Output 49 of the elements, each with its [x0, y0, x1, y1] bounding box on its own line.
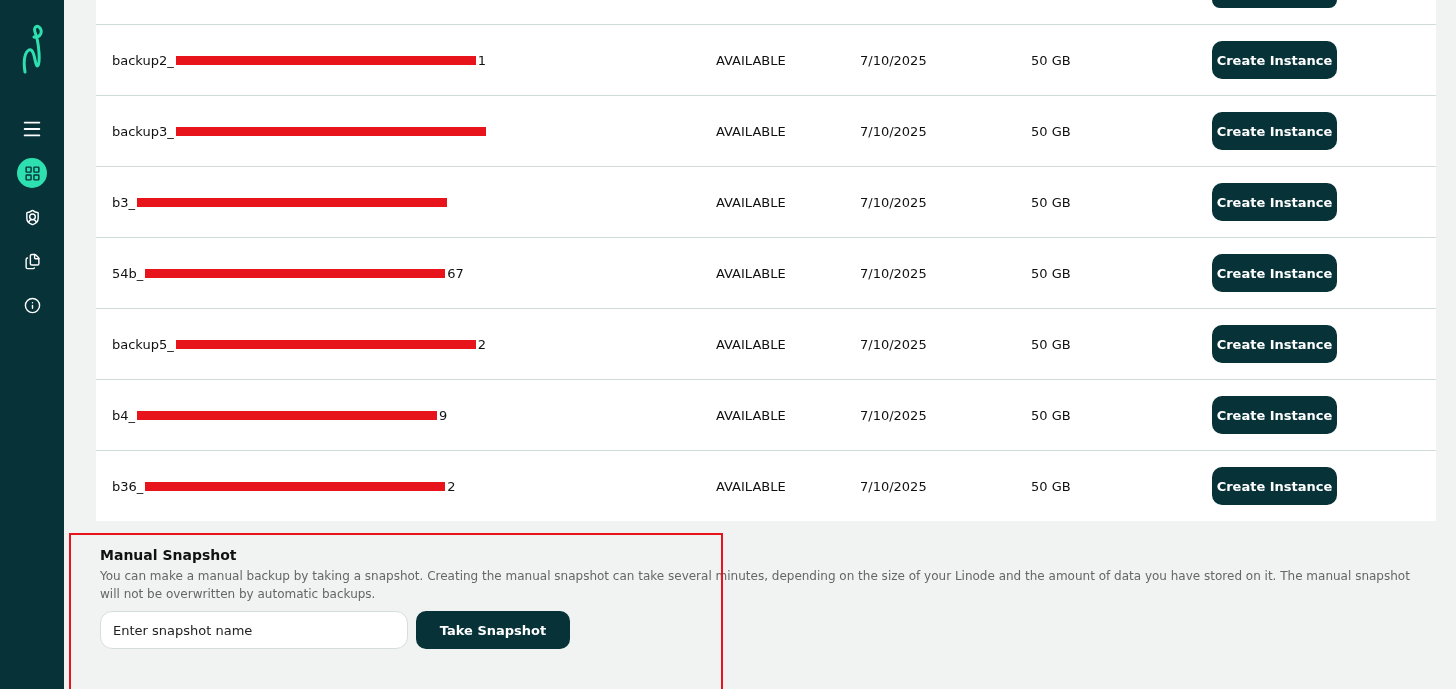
date-text: 7/10/2025: [860, 123, 928, 139]
backup-name: 9: [439, 407, 448, 423]
date-text: 7/10/2025: [860, 194, 928, 210]
backup-name: 2: [447, 478, 456, 494]
create-instance-button[interactable]: Create Instance: [1212, 41, 1337, 79]
backup-name: backup3_: [112, 123, 174, 139]
size-text: 50 GB: [1031, 52, 1072, 68]
documents-icon: [23, 252, 41, 270]
date-text: 7/10/2025: [860, 52, 928, 68]
status-text: AVAILABLE: [716, 478, 787, 494]
section-title: Manual Snapshot: [100, 547, 238, 563]
status-text: AVAILABLE: [716, 336, 787, 352]
backup-name: 1: [477, 52, 487, 68]
logo-icon: [21, 22, 43, 74]
backup-name: b4_: [112, 407, 136, 423]
backup-name: b3_: [112, 194, 136, 210]
backup-name: 54b_: [112, 265, 144, 281]
info-icon: [23, 296, 41, 314]
snapshot-name-field[interactable]: Enter snapshot name: [100, 611, 408, 649]
date-text: 7/10/2025: [860, 336, 928, 352]
create-instance-button[interactable]: Create Instance: [1212, 183, 1337, 221]
backup-name: backup2_: [112, 52, 174, 68]
grid-icon: [23, 164, 41, 182]
size-text: 50 GB: [1031, 194, 1072, 210]
backup-name: backup5_: [112, 336, 174, 352]
create-instance-button[interactable]: Create Instance: [1212, 254, 1337, 292]
size-text: 50 GB: [1031, 336, 1072, 352]
backup-name: 2: [477, 336, 487, 352]
size-text: 50 GB: [1031, 407, 1072, 423]
status-text: AVAILABLE: [716, 265, 787, 281]
status-text: AVAILABLE: [716, 407, 787, 423]
create-instance-button[interactable]: Create Instance: [1212, 325, 1337, 363]
shield-user-icon: [23, 208, 41, 226]
create-instance-button[interactable]: Create Instance: [1212, 112, 1337, 150]
nav-button[interactable]: [17, 158, 47, 188]
date-text: 7/10/2025: [860, 478, 928, 494]
create-instance-button[interactable]: Create Instance: [1212, 396, 1337, 434]
date-text: 7/10/2025: [860, 407, 928, 423]
status-text: AVAILABLE: [716, 123, 787, 139]
backup-name: 67: [447, 265, 464, 281]
status-text: AVAILABLE: [716, 52, 787, 68]
take-snapshot-button[interactable]: Take Snapshot: [416, 611, 570, 649]
date-text: 7/10/2025: [860, 265, 928, 281]
backup-name: b36_: [112, 478, 144, 494]
size-text: 50 GB: [1031, 123, 1072, 139]
size-text: 50 GB: [1031, 478, 1072, 494]
create-instance-button[interactable]: Create Instance: [1212, 467, 1337, 505]
status-text: AVAILABLE: [716, 194, 787, 210]
size-text: 50 GB: [1031, 265, 1072, 281]
